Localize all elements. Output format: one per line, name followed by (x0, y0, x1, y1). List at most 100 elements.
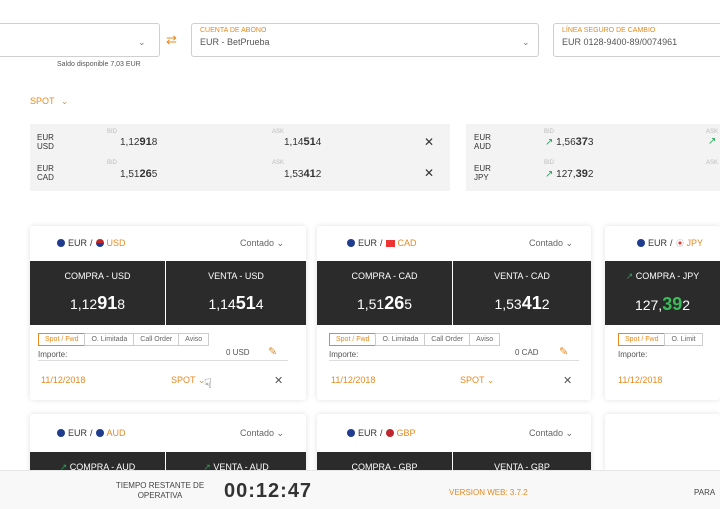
tab-limit[interactable]: O. Limitada (84, 333, 135, 346)
up-arrow-icon: ↗ (708, 136, 717, 147)
spot-select[interactable]: SPOT ⌄ (171, 375, 205, 386)
pointer-cursor-icon: ☟ (204, 376, 212, 391)
buy-price: 1,12918 (69, 293, 126, 313)
close-card-icon[interactable]: ✕ (274, 374, 283, 387)
bid-caption: BID (544, 160, 555, 166)
tab-call-order[interactable]: Call Order (133, 333, 180, 346)
rate-row[interactable]: EUR CAD BID 1,51265 ASK 1,53412 ✕ (37, 160, 447, 186)
rate-row[interactable]: EUR USD BID 1,12918 ASK 1,14514 ✕ (37, 129, 447, 155)
tab-spot-fwd[interactable]: Spot / Fwd (38, 333, 86, 346)
divider (329, 360, 579, 361)
spot-select[interactable]: SPOT ⌄ (460, 375, 494, 386)
tab-call-order[interactable]: Call Order (424, 333, 471, 346)
card-pair: EUR / AUD (57, 428, 126, 438)
swap-arrows-icon[interactable]: ⇄ (166, 32, 177, 48)
close-card-icon[interactable]: ✕ (563, 374, 572, 387)
insurance-line-label: LÍNEA SEGURO DE CAMBIO (562, 27, 656, 34)
trade-card-eur-cad: EUR / CAD Contado ⌄ COMPRA - CAD 1,51265 … (317, 226, 591, 400)
credit-account-value: EUR - BetPrueba (200, 37, 270, 47)
balance-value: 7,03 EUR (110, 61, 141, 68)
bid-caption: BID (544, 129, 555, 135)
up-arrow-icon: ↗ (545, 169, 554, 180)
amount-input[interactable]: 0 CAD (515, 348, 539, 357)
tab-spot-fwd[interactable]: Spot / Fwd (618, 333, 666, 346)
tab-limit[interactable]: O. Limitada (375, 333, 426, 346)
chevron-down-icon: ⌄ (276, 238, 285, 248)
flag-au-icon (95, 429, 104, 437)
remove-row-icon[interactable]: ✕ (424, 135, 434, 149)
chevron-down-icon: ⌄ (276, 428, 285, 438)
countdown-timer: 00:12:47 (224, 480, 313, 502)
origin-account-select[interactable]: ⌄ (0, 23, 160, 57)
sell-panel[interactable]: VENTA - USD 1,14514 (166, 261, 306, 325)
bid-price: ↗ 1,56373 (545, 136, 594, 148)
order-tabs: Spot / Fwd O. Limitada Call Order Aviso (329, 333, 501, 346)
flag-us-icon (95, 239, 104, 247)
settlement-type-select[interactable]: Contado ⌄ (529, 428, 573, 439)
value-date[interactable]: 11/12/2018 (331, 375, 375, 385)
pair-label: EUR USD (37, 133, 54, 151)
amount-label: Importe: (329, 350, 359, 359)
chevron-down-icon: ⌄ (565, 238, 574, 248)
trade-card-eur-usd: EUR / USD Contado ⌄ COMPRA - USD 1,12918 … (30, 226, 306, 400)
status-footer: TIEMPO RESTANTE DE OPERATIVA 00:12:47 VE… (0, 470, 720, 509)
buy-panel[interactable]: COMPRA - USD 1,12918 (30, 261, 165, 325)
value-date[interactable]: 11/12/2018 (41, 375, 85, 385)
sell-panel[interactable]: VENTA - CAD 1,53412 (453, 261, 591, 325)
footer-right-text: PARA (694, 488, 716, 497)
edit-pencil-icon[interactable]: ✎ (268, 345, 277, 358)
buy-panel[interactable]: COMPRA - CAD 1,51265 (317, 261, 452, 325)
mode-select[interactable]: SPOT ⌄ (30, 96, 68, 107)
value-date[interactable]: 11/12/2018 (618, 375, 662, 385)
card-pair: EUR / CAD (347, 238, 417, 248)
tab-alert[interactable]: Aviso (469, 333, 501, 346)
flag-jp-icon (675, 239, 684, 247)
flag-eu-icon (347, 239, 355, 247)
insurance-line-value: EUR 0128-9400-89/0074961 (562, 37, 678, 47)
buy-label: COMPRA - CAD (351, 271, 418, 281)
tab-limit[interactable]: O. Limit (664, 333, 703, 346)
flag-gb-icon (385, 429, 394, 437)
buy-price: 1,51265 (356, 293, 413, 313)
remove-row-icon[interactable]: ✕ (424, 166, 434, 180)
bid-price: ↗ 127,392 (545, 168, 594, 180)
flag-eu-icon (57, 429, 65, 437)
buy-panel[interactable]: ↗ COMPRA - JPY 127,392 (605, 261, 720, 325)
pair-label: EUR CAD (37, 164, 54, 182)
sell-price: 1,53412 (494, 293, 550, 313)
ask-price: 1,14514 (284, 136, 322, 148)
settlement-type-select[interactable]: Contado ⌄ (240, 238, 284, 249)
rate-row[interactable]: EUR AUD BID ↗ 1,56373 ASK ↗ (474, 129, 720, 155)
chevron-down-icon: ⌄ (60, 96, 69, 106)
ask-caption: ASK (272, 129, 285, 135)
insurance-line-select[interactable]: LÍNEA SEGURO DE CAMBIO EUR 0128-9400-89/… (553, 23, 720, 57)
flag-eu-icon (57, 239, 65, 247)
card-pair: EUR / JPY (637, 238, 703, 248)
version-label: VERSION WEB: 3.7.2 (449, 488, 528, 497)
balance-label: Saldo disponible (57, 61, 109, 68)
ask-price: 1,53412 (284, 168, 322, 180)
chevron-down-icon: ⌄ (486, 375, 495, 385)
up-arrow-icon: ↗ (545, 137, 554, 148)
bid-caption: BID (107, 129, 118, 135)
sell-label: VENTA - CAD (494, 271, 550, 281)
bid-caption: BID (107, 160, 118, 166)
pair-label: EUR JPY (474, 164, 491, 182)
order-tabs: Spot / Fwd O. Limitada Call Order Aviso (38, 333, 210, 346)
settlement-type-select[interactable]: Contado ⌄ (240, 428, 284, 439)
amount-label: Importe: (38, 350, 68, 359)
chevron-down-icon: ⌄ (565, 428, 574, 438)
bid-price: 1,51265 (120, 168, 158, 180)
divider (38, 360, 288, 361)
rate-row[interactable]: EUR JPY BID ↗ 127,392 ASK (474, 160, 720, 186)
tab-spot-fwd[interactable]: Spot / Fwd (329, 333, 377, 346)
pair-label: EUR AUD (474, 133, 491, 151)
trade-card-eur-jpy: EUR / JPY ↗ COMPRA - JPY 127,392 Spot / F… (605, 226, 720, 400)
settlement-type-select[interactable]: Contado ⌄ (529, 238, 573, 249)
sell-price: 1,14514 (208, 293, 264, 313)
edit-pencil-icon[interactable]: ✎ (559, 345, 568, 358)
amount-input[interactable]: 0 USD (226, 348, 250, 357)
credit-account-select[interactable]: CUENTA DE ABONO EUR - BetPrueba ⌄ (191, 23, 539, 57)
tab-alert[interactable]: Aviso (178, 333, 210, 346)
buy-label: ↗ COMPRA - JPY (625, 271, 700, 281)
